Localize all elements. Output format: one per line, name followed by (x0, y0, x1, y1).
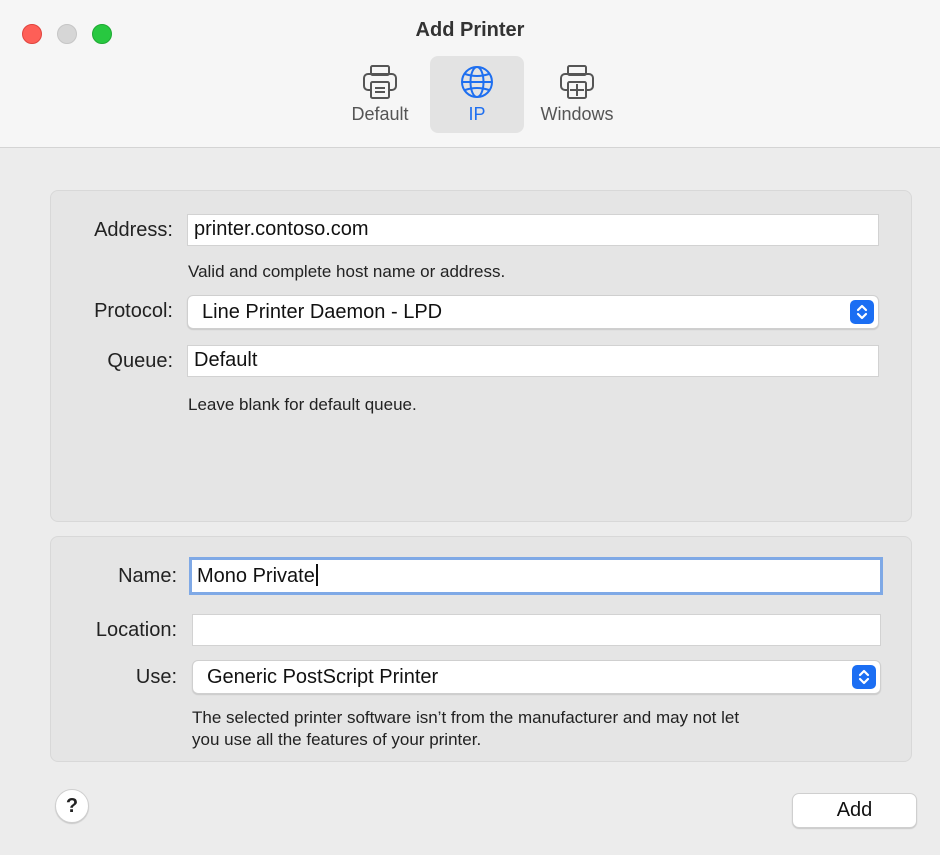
globe-icon (457, 62, 497, 102)
text-caret (315, 564, 318, 586)
tab-windows[interactable]: Windows (530, 56, 624, 133)
protocol-select[interactable]: Line Printer Daemon - LPD (187, 295, 879, 329)
address-hint: Valid and complete host name or address. (188, 262, 506, 281)
use-hint-line-1: The selected printer software isn’t from… (192, 708, 740, 727)
protocol-label: Protocol: (94, 300, 173, 322)
name-field-value: Mono Private (197, 565, 315, 587)
chevron-updown-icon (850, 300, 874, 324)
use-label: Use: (135, 666, 177, 688)
tab-ip-label: IP (468, 104, 486, 124)
tab-ip[interactable]: IP (430, 56, 524, 133)
use-select[interactable]: Generic PostScript Printer (192, 660, 881, 694)
window-title: Add Printer (415, 19, 525, 41)
tab-windows-label: Windows (540, 104, 614, 124)
queue-field[interactable]: Default (187, 345, 879, 377)
tab-default-label: Default (351, 104, 409, 124)
chevron-updown-icon (852, 665, 876, 689)
add-printer-window: Add Printer Default IP Windows Address: … (0, 0, 940, 855)
name-field[interactable]: Mono Private (189, 557, 883, 595)
location-field[interactable] (192, 614, 881, 646)
protocol-select-value: Line Printer Daemon - LPD (202, 301, 443, 323)
help-button[interactable]: ? (55, 789, 89, 823)
tab-default[interactable]: Default (340, 56, 420, 133)
address-label: Address: (94, 219, 173, 241)
toolbar: Add Printer Default IP Windows (0, 0, 940, 148)
name-label: Name: (118, 565, 177, 587)
use-hint-line-2: you use all the features of your printer… (192, 730, 482, 749)
windows-printer-icon (557, 62, 597, 102)
use-hint: The selected printer software isn’t from… (192, 707, 892, 751)
add-button[interactable]: Add (792, 793, 917, 828)
queue-hint: Leave blank for default queue. (188, 395, 417, 414)
printer-icon (360, 62, 400, 102)
queue-label: Queue: (107, 350, 173, 372)
use-select-value: Generic PostScript Printer (207, 666, 439, 688)
address-field[interactable]: printer.contoso.com (187, 214, 879, 246)
location-label: Location: (95, 619, 177, 641)
